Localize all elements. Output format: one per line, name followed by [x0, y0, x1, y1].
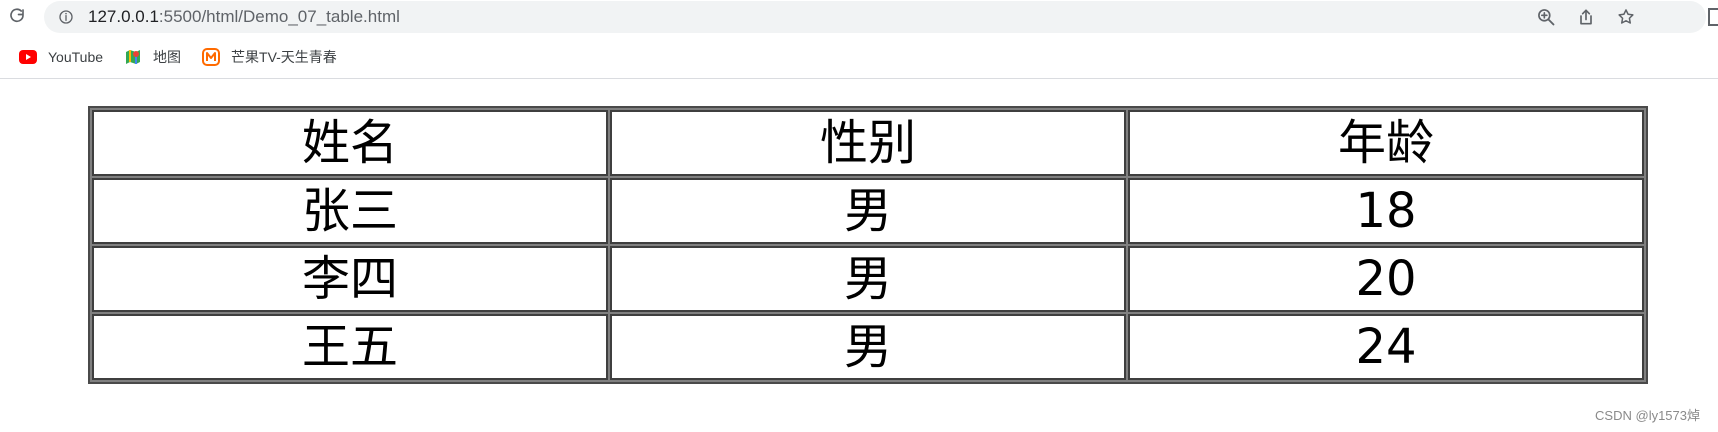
bookmark-youtube[interactable]: YouTube [18, 47, 103, 67]
mango-tv-icon [201, 47, 221, 67]
info-icon[interactable] [58, 9, 74, 25]
header-name: 姓名 [92, 110, 608, 176]
cell-gender: 男 [610, 178, 1126, 244]
cell-name: 张三 [92, 178, 608, 244]
maps-icon [123, 47, 143, 67]
table-row: 张三 男 18 [92, 178, 1644, 244]
header-gender: 性别 [610, 110, 1126, 176]
bookmark-star-button[interactable] [1614, 5, 1638, 29]
star-icon [1618, 9, 1634, 24]
csdn-watermark: CSDN @ly1573焯 [1595, 408, 1700, 423]
share-icon [1580, 9, 1592, 25]
bookmark-label-youtube: YouTube [48, 49, 104, 65]
cell-gender: 男 [610, 246, 1126, 312]
bookmark-label-maps: 地图 [153, 49, 182, 65]
bookmark-mango-tv[interactable]: 芒果TV-天生青春 [201, 47, 337, 67]
table-row: 王五 男 24 [92, 314, 1644, 380]
cell-age: 18 [1128, 178, 1644, 244]
header-age: 年龄 [1128, 110, 1644, 176]
side-panel-icon[interactable] [1708, 8, 1718, 26]
cell-gender: 男 [610, 314, 1126, 380]
cell-name: 李四 [92, 246, 608, 312]
zoom-icon [1538, 9, 1555, 26]
table-header-row: 姓名 性别 年龄 [92, 110, 1644, 176]
cell-name: 王五 [92, 314, 608, 380]
address-bar-actions [1534, 5, 1638, 29]
demo-table: 姓名 性别 年龄 张三 男 18 李四 男 20 王五 男 24 [88, 106, 1648, 384]
url-text[interactable]: 127.0.0.1:5500/html/Demo_07_table.html [88, 7, 400, 27]
cell-age: 20 [1128, 246, 1644, 312]
url-host: 127.0.0.1 [88, 7, 159, 26]
cell-age: 24 [1128, 314, 1644, 380]
reload-icon [10, 8, 24, 23]
table-row: 李四 男 20 [92, 246, 1644, 312]
web-page-content: 姓名 性别 年龄 张三 男 18 李四 男 20 王五 男 24 CSDN @l… [0, 79, 1718, 432]
share-button[interactable] [1574, 5, 1598, 29]
reload-button[interactable] [6, 5, 28, 27]
bookmark-maps[interactable]: 地图 [123, 47, 181, 67]
url-path: :5500/html/Demo_07_table.html [158, 7, 400, 26]
bookmarks-bar: YouTube 地图 芒果TV-天生青春 [18, 45, 337, 69]
address-bar[interactable]: 127.0.0.1:5500/html/Demo_07_table.html [44, 1, 1706, 33]
bookmark-label-mango-tv: 芒果TV-天生青春 [231, 49, 337, 65]
youtube-icon [18, 47, 38, 67]
zoom-button[interactable] [1534, 5, 1558, 29]
browser-toolbar: 127.0.0.1:5500/html/Demo_07_table.html Y… [0, 0, 1718, 79]
